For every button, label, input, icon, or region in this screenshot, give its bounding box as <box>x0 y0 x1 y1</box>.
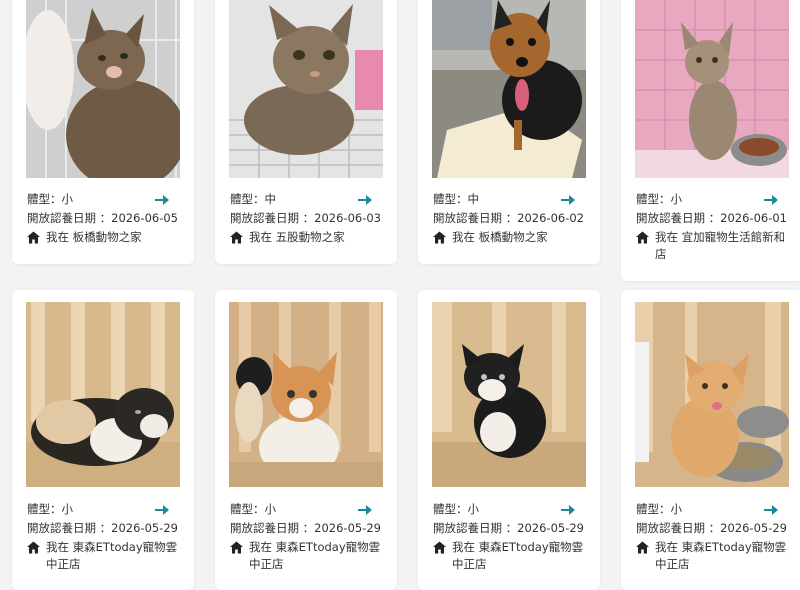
pet-photo[interactable] <box>432 0 586 178</box>
pet-photo[interactable] <box>635 302 789 487</box>
pet-card[interactable]: 體型：小 開放認養日期 ：2026-05-29 我在 東森ETtoday寵物雲中… <box>621 290 800 590</box>
size-value: 小 <box>61 192 74 206</box>
date-value: 2026-05-29 <box>720 521 787 535</box>
location-prefix: 我在 <box>655 540 678 554</box>
date-value: 2026-06-03 <box>314 211 381 225</box>
arrow-right-icon[interactable] <box>152 500 172 519</box>
pet-photo[interactable] <box>432 302 586 487</box>
size-label: 體型： <box>433 502 468 516</box>
arrow-right-icon[interactable] <box>152 190 172 209</box>
location-prefix: 我在 <box>655 230 678 244</box>
pet-photo[interactable] <box>229 302 383 487</box>
pet-card[interactable]: 體型：小 開放認養日期 ：2026-06-01 我在 宜加寵物生活館新和店 <box>621 0 800 281</box>
pet-card[interactable]: 體型：小 開放認養日期 ：2026-05-29 我在 東森ETtoday寵物雲中… <box>12 290 194 590</box>
arrow-right-icon[interactable] <box>558 190 578 209</box>
location-name: 板橋動物之家 <box>72 230 142 244</box>
house-icon <box>230 231 243 244</box>
pet-photo[interactable] <box>26 0 180 178</box>
arrow-right-icon[interactable] <box>355 500 375 519</box>
house-icon <box>230 541 243 554</box>
location-prefix: 我在 <box>46 540 69 554</box>
date-label: 開放認養日期 ： <box>230 521 315 535</box>
pet-card[interactable]: 體型：中 開放認養日期 ：2026-06-03 我在 五股動物之家 <box>215 0 397 264</box>
date-value: 2026-05-29 <box>314 521 381 535</box>
house-icon <box>636 231 649 244</box>
house-icon <box>433 541 446 554</box>
pet-photo[interactable] <box>229 0 383 178</box>
size-row: 體型：小 <box>27 190 184 209</box>
size-value: 小 <box>670 502 683 516</box>
size-label: 體型： <box>27 192 62 206</box>
date-value: 2026-06-01 <box>720 211 787 225</box>
date-label: 開放認養日期 ： <box>27 211 112 225</box>
size-label: 體型： <box>27 502 62 516</box>
location-prefix: 我在 <box>452 540 475 554</box>
location-prefix: 我在 <box>249 540 272 554</box>
date-label: 開放認養日期 ： <box>433 211 518 225</box>
size-value: 小 <box>61 502 74 516</box>
house-icon <box>636 541 649 554</box>
arrow-right-icon[interactable] <box>761 190 781 209</box>
arrow-right-icon[interactable] <box>355 190 375 209</box>
date-label: 開放認養日期 ： <box>230 211 315 225</box>
date-label: 開放認養日期 ： <box>27 521 112 535</box>
pet-photo[interactable] <box>635 0 789 178</box>
pet-card[interactable]: 體型：小 開放認養日期 ：2026-06-05 我在 板橋動物之家 <box>12 0 194 264</box>
house-icon <box>433 231 446 244</box>
size-label: 體型： <box>230 502 265 516</box>
date-value: 2026-06-05 <box>111 211 178 225</box>
date-row: 開放認養日期 ：2026-06-05 <box>27 209 184 228</box>
date-label: 開放認養日期 ： <box>636 211 721 225</box>
date-value: 2026-05-29 <box>111 521 178 535</box>
location-prefix: 我在 <box>249 230 272 244</box>
size-value: 小 <box>264 502 277 516</box>
pet-card[interactable]: 體型：小 開放認養日期 ：2026-05-29 我在 東森ETtoday寵物雲中… <box>418 290 600 590</box>
location-name: 板橋動物之家 <box>478 230 548 244</box>
arrow-right-icon[interactable] <box>761 500 781 519</box>
pet-photo[interactable] <box>26 302 180 487</box>
size-label: 體型： <box>230 192 265 206</box>
size-value: 中 <box>264 192 277 206</box>
arrow-right-icon[interactable] <box>558 500 578 519</box>
location-name: 五股動物之家 <box>275 230 345 244</box>
house-icon <box>27 541 40 554</box>
size-value: 小 <box>467 502 480 516</box>
pet-card[interactable]: 體型：中 開放認養日期 ：2026-06-02 我在 板橋動物之家 <box>418 0 600 264</box>
location-prefix: 我在 <box>452 230 475 244</box>
date-label: 開放認養日期 ： <box>636 521 721 535</box>
size-value: 中 <box>467 192 480 206</box>
pet-card[interactable]: 體型：小 開放認養日期 ：2026-05-29 我在 東森ETtoday寵物雲中… <box>215 290 397 590</box>
size-value: 小 <box>670 192 683 206</box>
size-label: 體型： <box>636 502 671 516</box>
location-row: 我在 板橋動物之家 <box>27 228 184 247</box>
date-value: 2026-06-02 <box>517 211 584 225</box>
size-label: 體型： <box>433 192 468 206</box>
house-icon <box>27 231 40 244</box>
date-label: 開放認養日期 ： <box>433 521 518 535</box>
location-prefix: 我在 <box>46 230 69 244</box>
date-value: 2026-05-29 <box>517 521 584 535</box>
size-label: 體型： <box>636 192 671 206</box>
